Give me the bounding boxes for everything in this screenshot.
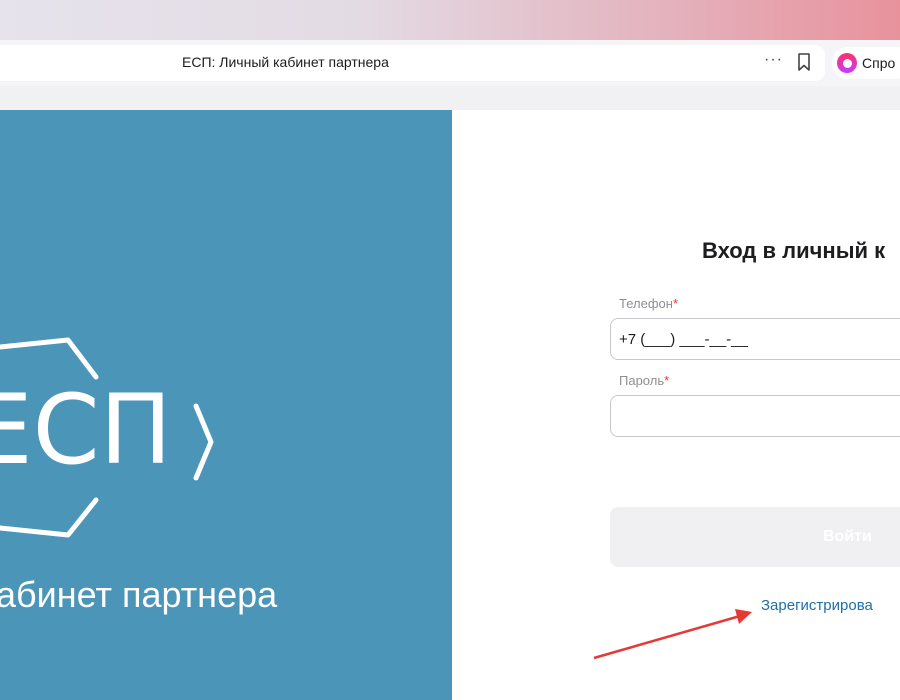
brand-caption: абинет партнера — [0, 574, 278, 615]
browser-titlebar — [0, 0, 900, 40]
login-heading: Вход в личный к — [702, 238, 886, 263]
phone-label-text: Телефон — [619, 296, 673, 311]
more-options-icon[interactable]: ··· — [764, 51, 783, 69]
address-field[interactable] — [0, 45, 825, 81]
ask-assistant-button[interactable]: Спро — [832, 47, 900, 79]
password-input[interactable] — [610, 395, 900, 437]
login-button[interactable]: Войти — [610, 507, 900, 567]
bookmarks-bar — [0, 86, 900, 110]
brand-panel: ЕСП абинет партнера — [0, 110, 452, 700]
logo-text: ЕСП — [0, 374, 172, 486]
assistant-icon — [837, 53, 857, 73]
required-mark: * — [664, 373, 670, 388]
ask-assistant-label: Спро — [862, 55, 896, 71]
password-label: Пароль* — [619, 373, 669, 388]
required-mark: * — [672, 296, 678, 311]
password-label-text: Пароль — [619, 373, 665, 388]
phone-input[interactable] — [610, 318, 900, 360]
register-link[interactable]: Зарегистрирова — [761, 597, 873, 614]
tab-title: ЕСП: Личный кабинет партнера — [182, 54, 389, 70]
phone-label: Телефон* — [619, 296, 678, 311]
bookmark-icon[interactable] — [796, 53, 812, 71]
